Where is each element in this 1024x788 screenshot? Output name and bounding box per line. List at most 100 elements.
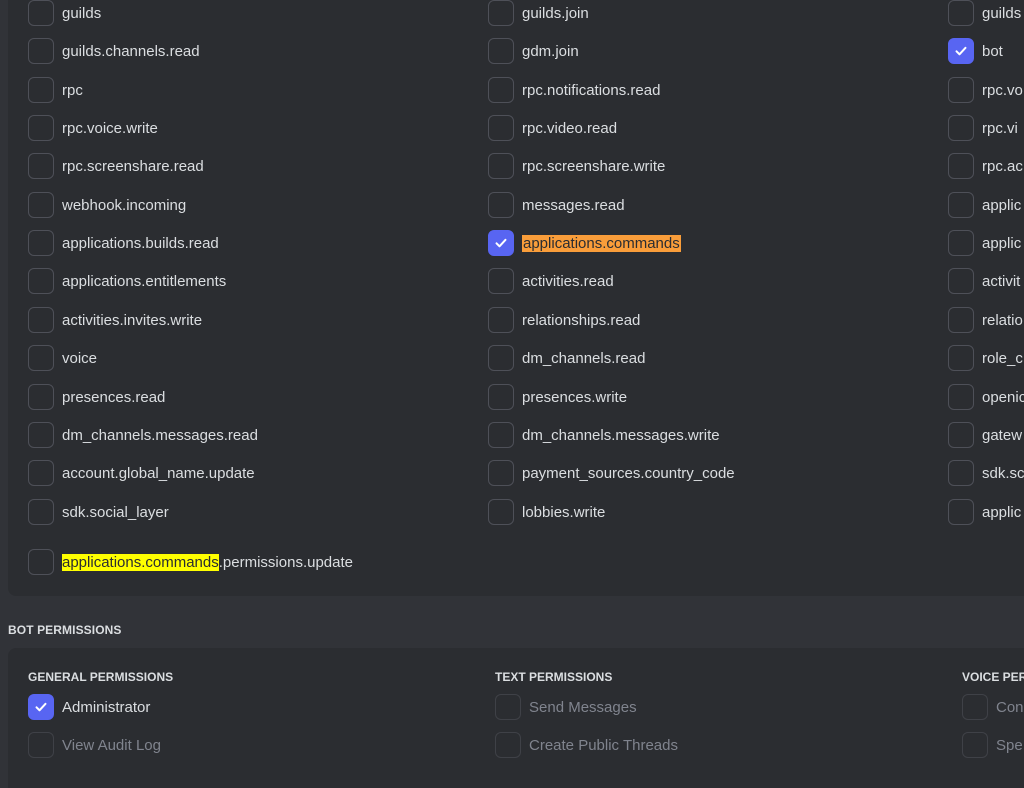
checkbox[interactable] [948, 77, 974, 103]
scope-presences-read[interactable]: presences.read [28, 384, 165, 410]
permission-view-audit-log[interactable]: View Audit Log [28, 732, 161, 758]
scope-sdk-sc[interactable]: sdk.sc [948, 460, 1024, 486]
checkbox[interactable] [28, 0, 54, 26]
scope-dm-channels-messages-read[interactable]: dm_channels.messages.read [28, 422, 258, 448]
scope-rpc-screenshare-write[interactable]: rpc.screenshare.write [488, 153, 665, 179]
scope-account-global-name-update[interactable]: account.global_name.update [28, 460, 255, 486]
scope-openic[interactable]: openic [948, 384, 1024, 410]
checkbox[interactable] [28, 345, 54, 371]
scope-relatio[interactable]: relatio [948, 307, 1023, 333]
permission-con[interactable]: Con [962, 694, 1024, 720]
checkbox[interactable] [28, 694, 54, 720]
scope-dm-channels-read[interactable]: dm_channels.read [488, 345, 645, 371]
checkbox[interactable] [488, 345, 514, 371]
checkbox[interactable] [28, 192, 54, 218]
scope-applications-commands[interactable]: applications.commands [488, 230, 681, 256]
scope-sdk-social-layer[interactable]: sdk.social_layer [28, 499, 169, 525]
checkbox[interactable] [28, 732, 54, 758]
scope-guilds[interactable]: guilds [948, 0, 1021, 26]
scope-rpc[interactable]: rpc [28, 77, 83, 103]
checkmark-icon [495, 238, 507, 248]
checkbox[interactable] [948, 153, 974, 179]
checkbox[interactable] [948, 268, 974, 294]
scope-payment-sources-country-code[interactable]: payment_sources.country_code [488, 460, 735, 486]
scope-dm-channels-messages-write[interactable]: dm_channels.messages.write [488, 422, 720, 448]
scope-rpc-vo[interactable]: rpc.vo [948, 77, 1023, 103]
checkbox[interactable] [948, 345, 974, 371]
scope-guilds[interactable]: guilds [28, 0, 101, 26]
checkbox[interactable] [948, 384, 974, 410]
checkbox[interactable] [948, 499, 974, 525]
checkbox[interactable] [28, 499, 54, 525]
checkbox[interactable] [495, 694, 521, 720]
checkbox[interactable] [28, 384, 54, 410]
scope-applications-builds-read[interactable]: applications.builds.read [28, 230, 219, 256]
checkbox[interactable] [28, 422, 54, 448]
checkbox[interactable] [948, 0, 974, 26]
checkbox[interactable] [488, 268, 514, 294]
scope-lobbies-write[interactable]: lobbies.write [488, 499, 605, 525]
scope-applic[interactable]: applic [948, 499, 1021, 525]
checkbox[interactable] [488, 460, 514, 486]
checkbox[interactable] [488, 38, 514, 64]
checkbox[interactable] [28, 549, 54, 575]
scope-messages-read[interactable]: messages.read [488, 192, 625, 218]
scope-applications-commands-permissions-update[interactable]: applications.commands.permissions.update [28, 549, 353, 575]
scope-gdm-join[interactable]: gdm.join [488, 38, 579, 64]
scope-rpc-voice-write[interactable]: rpc.voice.write [28, 115, 158, 141]
scope-applications-entitlements[interactable]: applications.entitlements [28, 268, 226, 294]
scope-rpc-video-read[interactable]: rpc.video.read [488, 115, 617, 141]
checkbox[interactable] [28, 230, 54, 256]
checkbox[interactable] [488, 307, 514, 333]
scope-activities-read[interactable]: activities.read [488, 268, 614, 294]
scope-applic[interactable]: applic [948, 192, 1021, 218]
checkbox[interactable] [28, 153, 54, 179]
checkbox[interactable] [962, 694, 988, 720]
scope-rpc-ac[interactable]: rpc.ac [948, 153, 1023, 179]
scope-guilds-channels-read[interactable]: guilds.channels.read [28, 38, 200, 64]
scope-role-c[interactable]: role_c [948, 345, 1023, 371]
checkbox[interactable] [948, 307, 974, 333]
checkbox[interactable] [28, 268, 54, 294]
checkbox[interactable] [948, 192, 974, 218]
permission-send-messages[interactable]: Send Messages [495, 694, 637, 720]
checkbox[interactable] [948, 38, 974, 64]
checkbox[interactable] [488, 77, 514, 103]
checkbox[interactable] [488, 499, 514, 525]
checkbox[interactable] [488, 153, 514, 179]
checkbox[interactable] [488, 384, 514, 410]
scope-applic[interactable]: applic [948, 230, 1021, 256]
checkbox[interactable] [948, 460, 974, 486]
scope-voice[interactable]: voice [28, 345, 97, 371]
checkbox[interactable] [28, 77, 54, 103]
checkbox[interactable] [28, 307, 54, 333]
checkbox[interactable] [948, 115, 974, 141]
scope-rpc-notifications-read[interactable]: rpc.notifications.read [488, 77, 660, 103]
checkbox[interactable] [28, 38, 54, 64]
scope-presences-write[interactable]: presences.write [488, 384, 627, 410]
checkbox[interactable] [488, 115, 514, 141]
permission-spe[interactable]: Spe [962, 732, 1023, 758]
checkbox[interactable] [488, 422, 514, 448]
scope-rpc-screenshare-read[interactable]: rpc.screenshare.read [28, 153, 204, 179]
scope-activit[interactable]: activit [948, 268, 1020, 294]
scope-webhook-incoming[interactable]: webhook.incoming [28, 192, 186, 218]
checkbox[interactable] [948, 422, 974, 448]
scope-relationships-read[interactable]: relationships.read [488, 307, 640, 333]
checkbox[interactable] [488, 0, 514, 26]
checkbox[interactable] [495, 732, 521, 758]
checkbox[interactable] [488, 230, 514, 256]
scope-rpc-vi[interactable]: rpc.vi [948, 115, 1018, 141]
permission-administrator[interactable]: Administrator [28, 694, 150, 720]
checkbox[interactable] [962, 732, 988, 758]
checkbox[interactable] [488, 192, 514, 218]
scope-guilds-join[interactable]: guilds.join [488, 0, 589, 26]
scope-gatew[interactable]: gatew [948, 422, 1022, 448]
checkbox[interactable] [28, 115, 54, 141]
scope-activities-invites-write[interactable]: activities.invites.write [28, 307, 202, 333]
checkbox[interactable] [948, 230, 974, 256]
text-permissions-header: TEXT PERMISSIONS [495, 670, 613, 684]
scope-bot[interactable]: bot [948, 38, 1003, 64]
checkbox[interactable] [28, 460, 54, 486]
permission-create-public-threads[interactable]: Create Public Threads [495, 732, 678, 758]
